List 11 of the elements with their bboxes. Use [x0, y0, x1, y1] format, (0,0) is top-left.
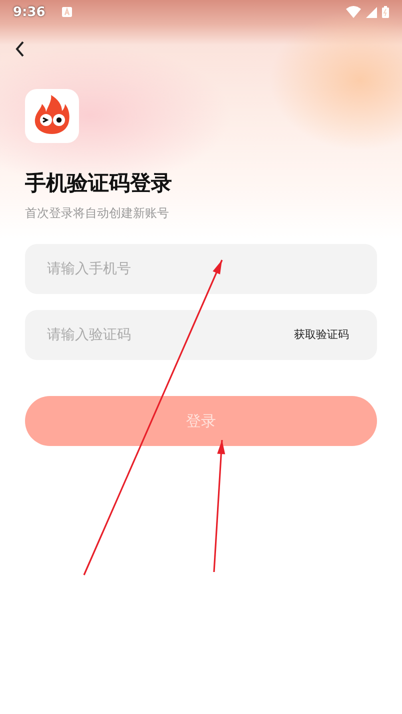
wifi-icon	[346, 6, 361, 18]
page-title: 手机验证码登录	[25, 170, 173, 197]
app-logo	[25, 89, 79, 143]
notification-icon	[62, 7, 72, 17]
status-time: 9:36	[13, 4, 46, 20]
get-code-link[interactable]: 获取验证码	[294, 327, 349, 342]
battery-icon	[382, 6, 389, 18]
signal-icon	[366, 6, 377, 18]
subtitle: 首次登录将自动创建新账号	[25, 205, 170, 222]
back-icon[interactable]	[15, 41, 25, 57]
phone-field[interactable]: 请输入手机号	[25, 244, 377, 294]
